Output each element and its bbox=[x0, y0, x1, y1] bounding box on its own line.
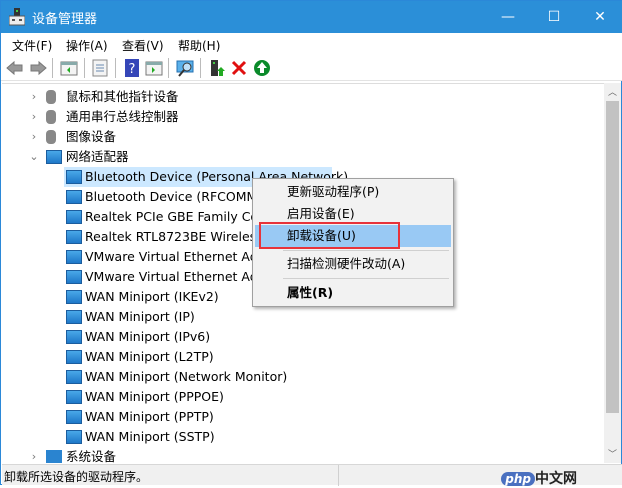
tree-category[interactable]: › 图像设备 bbox=[2, 127, 602, 147]
scrollbar-thumb[interactable] bbox=[606, 101, 619, 413]
scan-hardware-icon[interactable] bbox=[176, 59, 194, 77]
chevron-right-icon[interactable]: › bbox=[28, 107, 40, 127]
network-adapter-icon bbox=[66, 370, 82, 384]
chevron-right-icon[interactable]: › bbox=[28, 447, 40, 463]
menu-action[interactable]: 操作(A) bbox=[66, 37, 108, 54]
device-item[interactable]: WAN Miniport (Network Monitor) bbox=[64, 367, 604, 387]
enable-device-icon[interactable] bbox=[253, 59, 271, 77]
minimize-button[interactable]: — bbox=[485, 1, 531, 33]
window-title: 设备管理器 bbox=[32, 12, 98, 27]
network-adapter-icon bbox=[66, 330, 82, 344]
category-label: 网络适配器 bbox=[66, 149, 129, 164]
device-label: WAN Miniport (IKEv2) bbox=[85, 289, 219, 304]
back-arrow-icon[interactable] bbox=[6, 59, 24, 77]
network-adapter-icon bbox=[66, 430, 82, 444]
scroll-down-icon[interactable]: ﹀ bbox=[608, 447, 617, 460]
chevron-right-icon[interactable]: › bbox=[28, 127, 40, 147]
device-item[interactable]: WAN Miniport (IP) bbox=[64, 307, 604, 327]
menu-file[interactable]: 文件(F) bbox=[12, 37, 52, 54]
context-menu: 更新驱动程序(P) 启用设备(E) 卸载设备(U) 扫描检测硬件改动(A) 属性… bbox=[252, 178, 454, 307]
network-adapter-icon bbox=[66, 270, 82, 284]
device-item[interactable]: WAN Miniport (SSTP) bbox=[64, 427, 604, 447]
tree-category[interactable]: › 系统设备 bbox=[2, 447, 602, 463]
device-label: WAN Miniport (L2TP) bbox=[85, 349, 214, 364]
tree-category[interactable]: › 通用串行总线控制器 bbox=[2, 107, 602, 127]
forward-arrow-icon[interactable] bbox=[29, 59, 47, 77]
status-divider bbox=[338, 465, 339, 486]
vertical-scrollbar[interactable]: ︿ ﹀ bbox=[604, 83, 621, 463]
update-driver-icon[interactable] bbox=[208, 59, 226, 77]
device-label: WAN Miniport (IP) bbox=[85, 309, 195, 324]
device-item[interactable]: WAN Miniport (PPPOE) bbox=[64, 387, 604, 407]
svg-text:?: ? bbox=[129, 62, 136, 77]
category-icon bbox=[46, 110, 56, 124]
device-item[interactable]: WAN Miniport (IPv6) bbox=[64, 327, 604, 347]
toolbar-separator bbox=[115, 58, 116, 78]
device-label: WAN Miniport (Network Monitor) bbox=[85, 369, 288, 384]
device-item[interactable]: WAN Miniport (L2TP) bbox=[64, 347, 604, 367]
menu-separator bbox=[283, 278, 449, 279]
show-hide-console-tree-icon[interactable] bbox=[60, 59, 78, 77]
network-adapter-icon bbox=[66, 210, 82, 224]
category-icon bbox=[46, 90, 56, 104]
network-adapter-icon bbox=[66, 290, 82, 304]
toolbar-separator bbox=[52, 58, 53, 78]
tree-category-network-adapters[interactable]: ⌄ 网络适配器 bbox=[2, 147, 602, 167]
status-bar: 卸载所选设备的驱动程序。 php 中文网 bbox=[2, 464, 622, 487]
toolbar-separator bbox=[200, 58, 201, 78]
watermark-logo: php 中文网 bbox=[457, 468, 577, 487]
network-adapter-icon bbox=[66, 170, 82, 184]
category-icon bbox=[46, 130, 56, 144]
action-pane-icon[interactable] bbox=[145, 59, 163, 77]
status-text: 卸载所选设备的驱动程序。 bbox=[4, 470, 149, 484]
system-devices-icon bbox=[46, 450, 62, 463]
category-label: 鼠标和其他指针设备 bbox=[66, 89, 179, 104]
menu-help[interactable]: 帮助(H) bbox=[178, 37, 220, 54]
properties-icon[interactable] bbox=[91, 59, 109, 77]
device-label: WAN Miniport (PPPOE) bbox=[85, 389, 224, 404]
highlight-outline bbox=[259, 222, 400, 249]
menu-bar: 文件(F) 操作(A) 查看(V) 帮助(H) bbox=[1, 33, 622, 55]
help-icon[interactable]: ? bbox=[123, 59, 141, 77]
title-bar: 设备管理器 — ☐ ✕ bbox=[1, 1, 622, 33]
context-item-scan-hardware[interactable]: 扫描检测硬件改动(A) bbox=[255, 253, 451, 275]
network-adapter-icon bbox=[66, 410, 82, 424]
context-item-properties[interactable]: 属性(R) bbox=[255, 282, 451, 304]
toolbar-separator bbox=[84, 58, 85, 78]
device-label: WAN Miniport (IPv6) bbox=[85, 329, 211, 344]
network-adapter-icon bbox=[66, 250, 82, 264]
category-label: 通用串行总线控制器 bbox=[66, 109, 179, 124]
toolbar: ? bbox=[1, 55, 622, 81]
device-manager-window: 设备管理器 — ☐ ✕ 文件(F) 操作(A) 查看(V) 帮助(H) ? › 鼠… bbox=[0, 0, 622, 487]
category-label: 系统设备 bbox=[66, 449, 117, 463]
device-label: WAN Miniport (SSTP) bbox=[85, 429, 215, 444]
chevron-down-icon[interactable]: ⌄ bbox=[28, 147, 40, 167]
device-item[interactable]: WAN Miniport (PPTP) bbox=[64, 407, 604, 427]
network-adapter-icon bbox=[66, 230, 82, 244]
maximize-button[interactable]: ☐ bbox=[531, 1, 577, 33]
device-label: WAN Miniport (PPTP) bbox=[85, 409, 214, 424]
network-adapter-icon bbox=[66, 390, 82, 404]
tree-category[interactable]: › 鼠标和其他指针设备 bbox=[2, 87, 602, 107]
network-adapter-icon bbox=[66, 310, 82, 324]
context-item-update-driver[interactable]: 更新驱动程序(P) bbox=[255, 181, 451, 203]
network-adapter-icon bbox=[46, 150, 62, 164]
chevron-right-icon[interactable]: › bbox=[28, 87, 40, 107]
device-manager-icon bbox=[9, 8, 25, 26]
menu-view[interactable]: 查看(V) bbox=[122, 37, 164, 54]
network-adapter-icon bbox=[66, 350, 82, 364]
menu-separator bbox=[283, 250, 449, 251]
close-button[interactable]: ✕ bbox=[577, 1, 622, 33]
toolbar-separator bbox=[168, 58, 169, 78]
category-label: 图像设备 bbox=[66, 129, 117, 144]
scroll-up-icon[interactable]: ︿ bbox=[608, 85, 617, 98]
network-adapter-icon bbox=[66, 190, 82, 204]
uninstall-x-icon[interactable] bbox=[230, 59, 248, 77]
